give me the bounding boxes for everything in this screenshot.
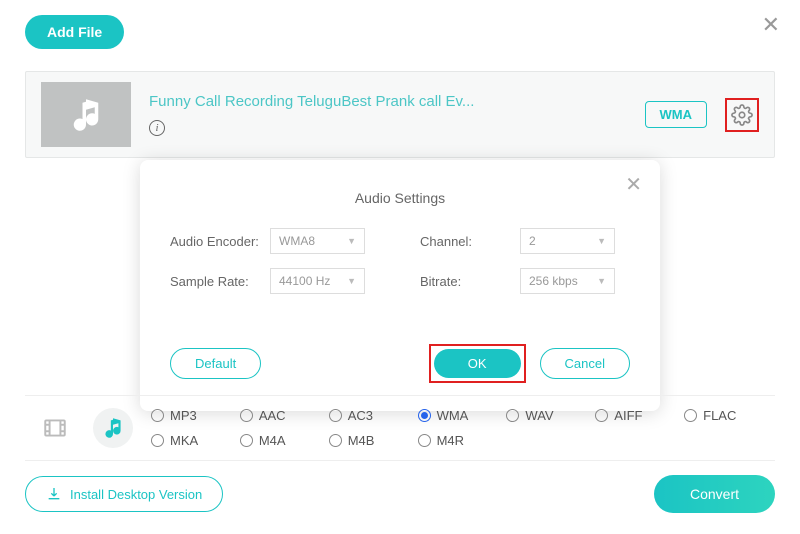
radio-icon (240, 409, 253, 422)
radio-icon (151, 434, 164, 447)
file-thumbnail (41, 82, 131, 147)
settings-highlight (725, 98, 759, 132)
convert-button[interactable]: Convert (654, 475, 775, 513)
ok-button[interactable]: OK (434, 349, 521, 378)
format-label: M4A (259, 433, 286, 448)
modal-title: Audio Settings (170, 190, 630, 206)
radio-icon (418, 409, 431, 422)
format-label: AIFF (614, 408, 642, 423)
radio-icon (506, 409, 519, 422)
radio-icon (329, 409, 342, 422)
gear-icon[interactable] (731, 104, 753, 126)
audio-mode-icon[interactable] (93, 408, 133, 448)
format-option-flac[interactable]: FLAC (684, 408, 765, 423)
format-option-aiff[interactable]: AIFF (595, 408, 676, 423)
format-option-m4a[interactable]: M4A (240, 433, 321, 448)
format-option-mka[interactable]: MKA (151, 433, 232, 448)
format-label: WAV (525, 408, 553, 423)
radio-icon (595, 409, 608, 422)
format-badge[interactable]: WMA (645, 101, 708, 128)
download-icon (46, 486, 62, 502)
cancel-button[interactable]: Cancel (540, 348, 630, 379)
ok-highlight: OK (429, 344, 526, 383)
add-file-button[interactable]: Add File (25, 15, 124, 49)
radio-icon (418, 434, 431, 447)
close-icon[interactable]: ✕ (762, 12, 780, 38)
audio-settings-modal: ✕ Audio Settings Audio Encoder: WMA8▼ Ch… (140, 160, 660, 411)
format-option-mp3[interactable]: MP3 (151, 408, 232, 423)
encoder-label: Audio Encoder: (170, 234, 260, 249)
format-label: FLAC (703, 408, 736, 423)
format-option-m4r[interactable]: M4R (418, 433, 499, 448)
format-label: M4R (437, 433, 464, 448)
close-icon[interactable]: ✕ (625, 172, 642, 197)
format-bar: MP3 AAC AC3 WMA WAV AIFF FLAC MKA M4A M4B M4R (25, 395, 775, 461)
chevron-down-icon: ▼ (347, 236, 356, 246)
install-desktop-button[interactable]: Install Desktop Version (25, 476, 223, 512)
chevron-down-icon: ▼ (597, 276, 606, 286)
format-label: M4B (348, 433, 375, 448)
file-item: Funny Call Recording TeluguBest Prank ca… (25, 71, 775, 158)
radio-icon (240, 434, 253, 447)
format-label: AAC (259, 408, 286, 423)
file-title: Funny Call Recording TeluguBest Prank ca… (149, 93, 627, 110)
sample-label: Sample Rate: (170, 274, 260, 289)
chevron-down-icon: ▼ (597, 236, 606, 246)
format-label: AC3 (348, 408, 373, 423)
format-option-m4b[interactable]: M4B (329, 433, 410, 448)
format-option-aac[interactable]: AAC (240, 408, 321, 423)
video-mode-icon[interactable] (35, 408, 75, 448)
info-icon[interactable]: i (149, 120, 165, 136)
radio-icon (684, 409, 697, 422)
radio-icon (151, 409, 164, 422)
chevron-down-icon: ▼ (347, 276, 356, 286)
sample-select[interactable]: 44100 Hz▼ (270, 268, 365, 294)
format-label: MP3 (170, 408, 197, 423)
radio-icon (329, 434, 342, 447)
format-option-wav[interactable]: WAV (506, 408, 587, 423)
encoder-select[interactable]: WMA8▼ (270, 228, 365, 254)
channel-select[interactable]: 2▼ (520, 228, 615, 254)
format-label: WMA (437, 408, 469, 423)
format-option-ac3[interactable]: AC3 (329, 408, 410, 423)
format-option-wma[interactable]: WMA (418, 408, 499, 423)
default-button[interactable]: Default (170, 348, 261, 379)
bitrate-label: Bitrate: (420, 274, 510, 289)
channel-label: Channel: (420, 234, 510, 249)
bitrate-select[interactable]: 256 kbps▼ (520, 268, 615, 294)
format-label: MKA (170, 433, 198, 448)
